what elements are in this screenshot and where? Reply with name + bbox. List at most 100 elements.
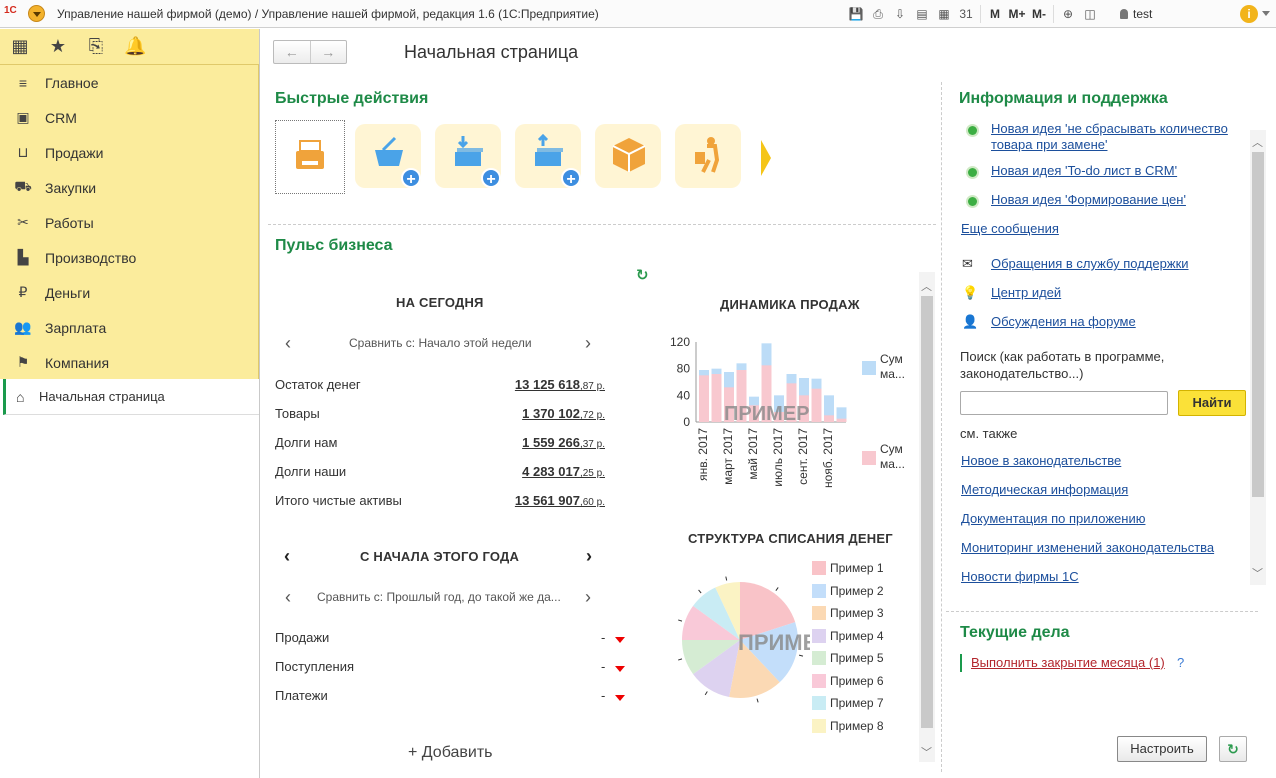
indicator-value[interactable]: 1 559 266,37 р. [522, 435, 605, 450]
download-icon[interactable]: ⇩ [889, 4, 911, 24]
window-title: Управление нашей фирмой (демо) / Управле… [57, 7, 599, 21]
decrease-arrow-icon [615, 637, 625, 643]
sidebar-item[interactable]: ≡ Главное [0, 65, 258, 100]
scroll-down-icon[interactable]: ﹀ [921, 744, 932, 760]
chevron-right-icon[interactable]: › [585, 587, 591, 608]
year-compare[interactable]: Сравнить с: Прошлый год, до такой же да.… [317, 590, 561, 604]
forward-arrow-icon[interactable]: → [311, 41, 347, 63]
setup-button[interactable]: Настроить [1117, 736, 1207, 762]
indicator-value[interactable]: 4 283 017,25 р. [522, 464, 605, 479]
see-also-link[interactable]: Новости фирмы 1С [961, 569, 1079, 584]
info-dropdown-icon[interactable] [1262, 11, 1270, 16]
panels-icon[interactable]: ◫ [1079, 4, 1101, 24]
indicator-value[interactable]: 1 370 102,72 р. [522, 406, 605, 421]
traveler-bag-action[interactable] [675, 120, 745, 194]
sales-basket-add-icon [375, 136, 403, 166]
indicator-cents: ,72 р. [579, 410, 605, 421]
search-input[interactable] [960, 391, 1168, 415]
add-indicator-button[interactable]: + Добавить [408, 744, 493, 762]
money-outgoing-add-action[interactable]: + [515, 120, 585, 194]
sidebar-item[interactable]: ⊔ Продажи [0, 135, 258, 170]
see-also-link[interactable]: Мониторинг изменений законодательства [961, 540, 1214, 555]
find-button[interactable]: Найти [1178, 390, 1246, 416]
chevron-right-icon[interactable]: › [585, 333, 591, 354]
news-link[interactable]: Новая идея 'Формирование цен' [991, 192, 1236, 208]
legend-item: Сум ма... [862, 352, 918, 382]
apps-grid-icon[interactable]: ▦ [10, 36, 30, 57]
sidebar-item[interactable]: ▙ Производство [0, 240, 258, 275]
info-scrollbar[interactable] [1250, 130, 1266, 585]
user-menu[interactable]: test [1120, 7, 1152, 21]
calendar-icon[interactable]: 31 [955, 4, 977, 24]
sales-basket-add-action[interactable]: + [355, 120, 425, 194]
see-also-link[interactable]: Новое в законодательстве [961, 453, 1121, 468]
news-link[interactable]: Новая идея 'To-do лист в CRM' [991, 163, 1236, 179]
info-scroll-thumb[interactable] [1252, 152, 1264, 497]
scroll-down-icon[interactable]: ﹀ [1252, 565, 1263, 581]
legend-item: Пример 4 [812, 628, 884, 643]
memory-m-minus-icon[interactable]: M- [1028, 4, 1050, 24]
expense-pie-chart: ПРИМЕР [678, 576, 810, 703]
user-name: test [1133, 7, 1153, 21]
year-prev-icon[interactable]: ‹ [284, 546, 290, 567]
history-icon[interactable]: ⎘ [86, 36, 106, 57]
memory-m-icon[interactable]: M [984, 4, 1006, 24]
main-menu-button[interactable] [28, 5, 45, 22]
zoom-icon[interactable]: ⊕ [1057, 4, 1079, 24]
indicator-cents: ,87 р. [579, 381, 605, 392]
see-also-link[interactable]: Методическая информация [961, 482, 1128, 497]
indicator-value[interactable]: 13 561 907,60 р. [515, 493, 605, 508]
cash-register-action[interactable] [275, 120, 345, 194]
see-also-link[interactable]: Документация по приложению [961, 511, 1145, 526]
today-compare[interactable]: Сравнить с: Начало этой недели [349, 336, 532, 350]
pie-tick [798, 654, 804, 657]
legend-item: Пример 6 [812, 673, 884, 688]
more-messages-link[interactable]: Еще сообщения [961, 221, 1059, 236]
sidebar-item[interactable]: 👥 Зарплата [0, 310, 258, 345]
indicator-value[interactable]: - [601, 630, 605, 645]
open-window-home[interactable]: ⌂ Начальная страница [3, 379, 259, 415]
quick-actions-scroll-arrow[interactable] [761, 140, 771, 176]
money-incoming-add-action[interactable]: + [435, 120, 505, 194]
print-preview-icon[interactable]: ▤ [911, 4, 933, 24]
sidebar-item[interactable]: ⛟ Закупки [0, 170, 258, 205]
refresh-button[interactable]: ↻ [1219, 736, 1247, 762]
news-link[interactable]: Новая идея 'не сбрасывать количество тов… [991, 121, 1236, 153]
indicator-value[interactable]: - [601, 688, 605, 703]
notifications-bell-icon[interactable]: 🔔 [124, 36, 146, 57]
sidebar-item-label: CRM [45, 109, 77, 126]
info-icon[interactable]: i [1240, 5, 1258, 23]
bar [836, 418, 847, 422]
sidebar-item[interactable]: ₽ Деньги [0, 275, 258, 310]
support-link[interactable]: Обращения в службу поддержки [991, 256, 1189, 271]
panel-separator [941, 82, 942, 772]
task-link[interactable]: Выполнить закрытие месяца (1) [971, 655, 1165, 670]
pulse-refresh-icon[interactable]: ↻ [636, 266, 649, 284]
sidebar-item-label: Работы [45, 214, 94, 231]
favorites-star-icon[interactable]: ★ [48, 36, 68, 57]
back-arrow-icon[interactable]: ← [274, 41, 311, 63]
year-next-icon[interactable]: › [586, 546, 592, 567]
indicator-value[interactable]: - [601, 659, 605, 674]
sidebar-item[interactable]: ⚑ Компания [0, 345, 258, 380]
sidebar-item[interactable]: ✂ Работы [0, 205, 258, 240]
pulse-scrollbar[interactable] [919, 272, 935, 762]
save-icon[interactable]: 💾 [845, 4, 867, 24]
chevron-left-icon[interactable]: ‹ [285, 587, 291, 608]
legend-item: Сум ма... [862, 442, 918, 472]
scroll-up-icon[interactable]: ︿ [921, 278, 932, 294]
print-icon[interactable]: ⎙ [867, 4, 889, 24]
scroll-up-icon[interactable]: ︿ [1252, 134, 1263, 150]
memory-m-plus-icon[interactable]: M+ [1006, 4, 1028, 24]
indicator-value[interactable]: 13 125 618,87 р. [515, 377, 605, 392]
task-help-icon[interactable]: ? [1177, 655, 1184, 670]
support-link[interactable]: Центр идей [991, 285, 1061, 300]
support-link[interactable]: Обсуждения на форуме [991, 314, 1136, 329]
package-box-action[interactable] [595, 120, 665, 194]
separator [268, 224, 936, 225]
calculator-icon[interactable]: ▦ [933, 4, 955, 24]
chevron-left-icon[interactable]: ‹ [285, 333, 291, 354]
sidebar-item[interactable]: ▣ CRM [0, 100, 258, 135]
legend-swatch [812, 606, 826, 620]
pulse-scroll-thumb[interactable] [921, 296, 933, 728]
